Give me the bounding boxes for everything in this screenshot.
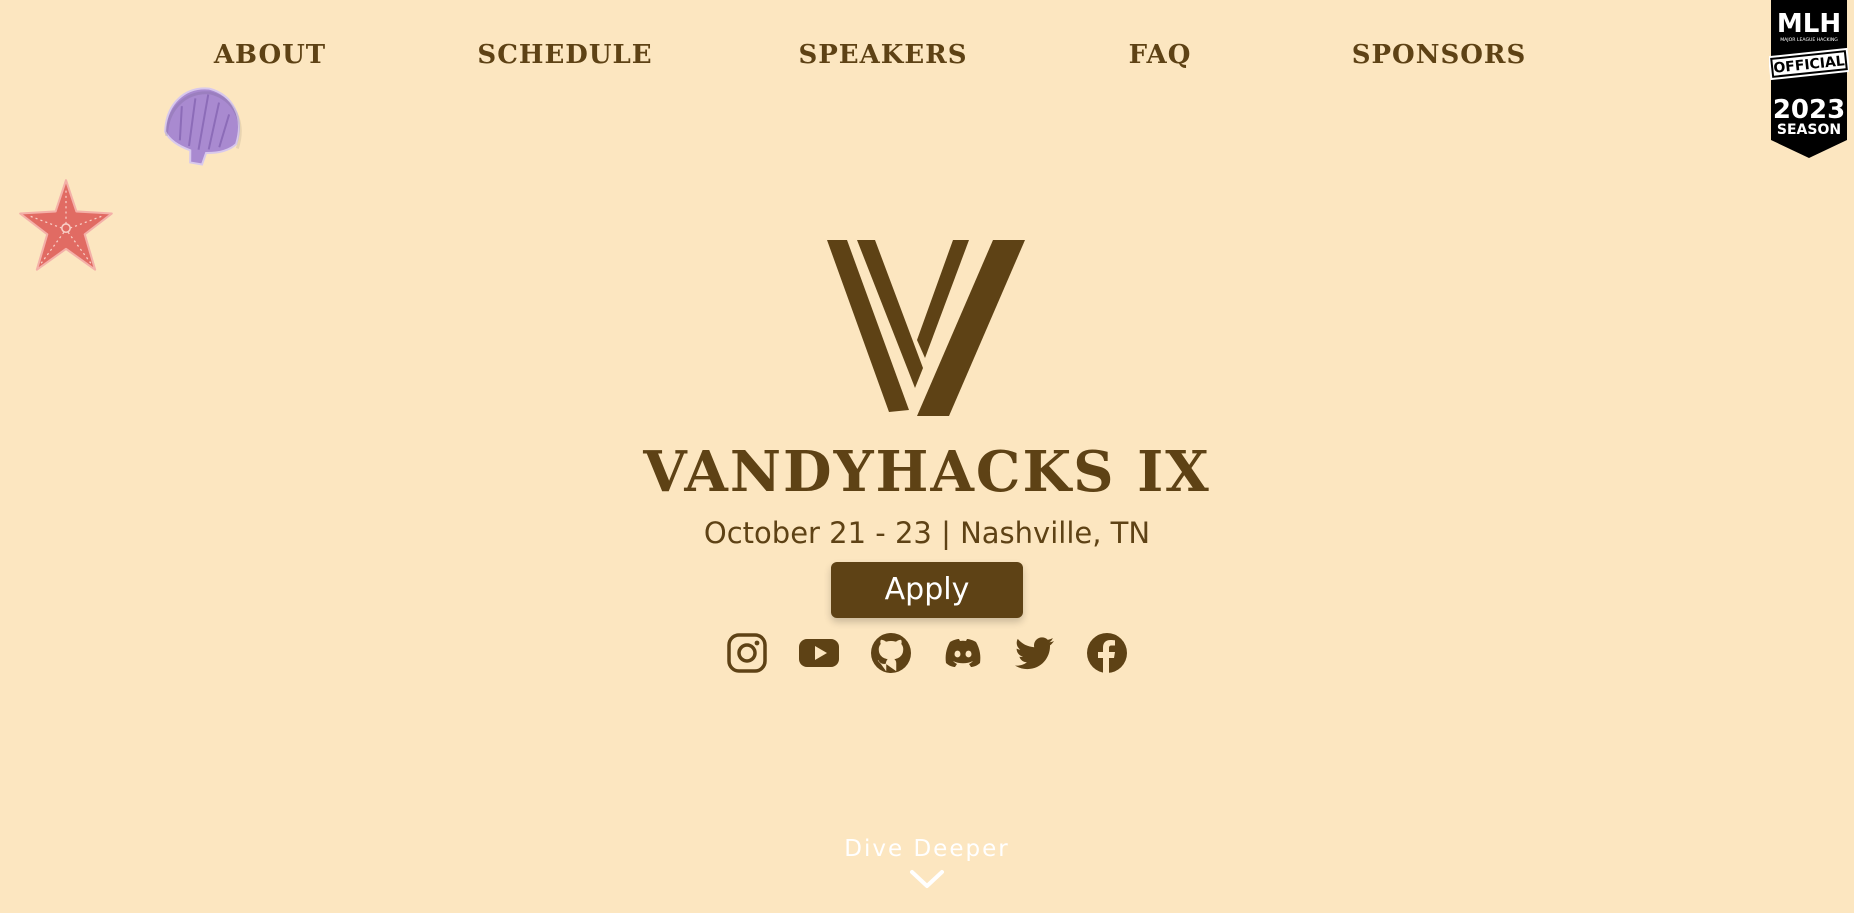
nav-sponsors-link[interactable]: SPONSORS	[1352, 40, 1527, 70]
apply-button[interactable]: Apply	[831, 562, 1023, 618]
main-nav: ABOUT SCHEDULE SPEAKERS FAQ SPONSORS	[0, 40, 1854, 76]
mlh-brand-text: MLH	[1777, 9, 1841, 39]
discord-icon	[945, 639, 981, 667]
youtube-link[interactable]	[798, 632, 840, 674]
twitter-link[interactable]	[1014, 632, 1056, 674]
facebook-link[interactable]	[1086, 632, 1128, 674]
mlh-season-text: SEASON	[1777, 122, 1841, 138]
event-date-location: October 21 - 23 | Nashville, TN	[703, 516, 1151, 550]
nav-speakers-link[interactable]: SPEAKERS	[798, 40, 967, 70]
youtube-icon	[799, 639, 839, 667]
dive-deeper-section: Dive Deeper	[0, 836, 1854, 890]
instagram-icon	[727, 633, 767, 673]
mlh-tagline-text: MAJOR LEAGUE HACKING	[1780, 37, 1838, 43]
github-icon	[871, 633, 911, 673]
dive-deeper-label[interactable]: Dive Deeper	[0, 836, 1854, 862]
page-title: VANDYHACKS IX	[643, 439, 1211, 505]
social-links	[0, 632, 1854, 674]
nav-schedule-link[interactable]: SCHEDULE	[477, 40, 652, 70]
mlh-official-badge[interactable]: MLH MAJOR LEAGUE HACKING OFFICIAL 2023 S…	[1769, 0, 1849, 160]
nav-about-link[interactable]: ABOUT	[214, 40, 326, 70]
seashell-decoration	[164, 87, 242, 166]
chevron-down-icon[interactable]	[909, 868, 945, 890]
facebook-icon	[1087, 633, 1127, 673]
nav-faq-link[interactable]: FAQ	[1129, 40, 1192, 70]
discord-link[interactable]	[942, 632, 984, 674]
instagram-link[interactable]	[726, 632, 768, 674]
mlh-year-text: 2023	[1773, 95, 1845, 125]
vandyhacks-v-logo	[827, 240, 1025, 416]
twitter-icon	[1015, 637, 1054, 670]
hero-section: VANDYHACKS IX October 21 - 23 | Nashvill…	[0, 240, 1854, 674]
github-link[interactable]	[870, 632, 912, 674]
